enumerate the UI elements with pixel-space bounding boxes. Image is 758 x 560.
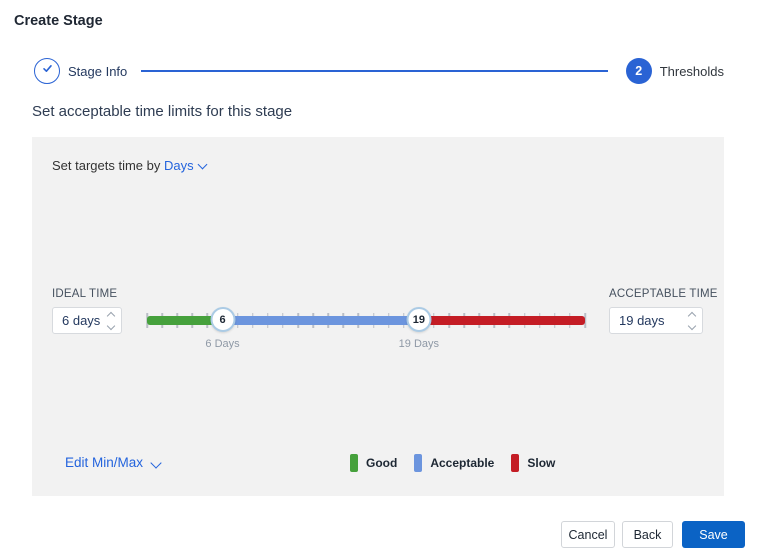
thresholds-panel: Set targets time by Days IDEAL TIME 6 da… — [32, 137, 724, 496]
ideal-time-value: 6 days — [62, 313, 101, 328]
ideal-time-label: IDEAL TIME — [52, 288, 118, 300]
edit-minmax-button[interactable]: Edit Min/Max — [65, 455, 162, 470]
slider-segment-acceptable — [222, 315, 419, 325]
legend-label: Slow — [527, 456, 556, 470]
step-stage-info-label: Stage Info — [68, 63, 128, 79]
stepper: Stage Info 2 Thresholds — [34, 57, 724, 85]
acceptable-slider-handle[interactable]: 19 — [406, 307, 432, 332]
chevron-up-icon[interactable] — [106, 311, 116, 320]
good-color-swatch — [350, 454, 358, 472]
legend-item-acceptable: Acceptable — [414, 454, 494, 472]
chevron-up-icon[interactable] — [687, 311, 697, 320]
legend-item-slow: Slow — [511, 454, 555, 472]
section-subtitle: Set acceptable time limits for this stag… — [32, 103, 293, 120]
chevron-down-icon — [150, 456, 162, 469]
save-button[interactable]: Save — [682, 521, 745, 548]
targets-time-row: Set targets time by Days — [52, 158, 208, 173]
acceptable-time-field: ACCEPTABLE TIME 19 days — [609, 288, 718, 334]
acceptable-time-input[interactable]: 19 days — [609, 307, 703, 334]
legend-item-good: Good — [350, 454, 397, 472]
acceptable-time-label: ACCEPTABLE TIME — [609, 288, 718, 300]
ideal-slider-handle[interactable]: 6 — [210, 307, 236, 332]
ideal-time-input[interactable]: 6 days — [52, 307, 122, 334]
ideal-time-stepper[interactable] — [106, 311, 116, 330]
legend-label: Acceptable — [430, 456, 495, 470]
page-title: Create Stage — [14, 13, 103, 29]
ideal-handle-caption: 6 Days — [205, 338, 240, 350]
slow-color-swatch — [511, 454, 520, 472]
cancel-button[interactable]: Cancel — [561, 521, 615, 548]
check-icon — [41, 62, 54, 80]
unit-dropdown[interactable]: Days — [164, 158, 208, 173]
step-thresholds[interactable]: 2 Thresholds — [625, 58, 724, 84]
targets-time-label: Set targets time by — [52, 158, 161, 173]
stepper-connector-line — [141, 70, 608, 72]
slider-legend: Good Acceptable Slow — [350, 454, 555, 472]
ideal-time-field: IDEAL TIME 6 days — [52, 288, 122, 334]
acceptable-color-swatch — [414, 454, 423, 472]
acceptable-time-stepper[interactable] — [687, 311, 697, 330]
threshold-slider: 6 19 6 Days 19 Days — [146, 305, 586, 350]
chevron-down-icon[interactable] — [106, 321, 116, 330]
legend-label: Good — [366, 456, 398, 470]
step-stage-info[interactable]: Stage Info — [34, 58, 127, 84]
step-complete-indicator — [34, 58, 60, 84]
slider-segment-slow — [418, 315, 585, 325]
acceptable-time-value: 19 days — [619, 313, 665, 328]
back-button[interactable]: Back — [622, 521, 673, 548]
chevron-down-icon[interactable] — [687, 321, 697, 330]
step-thresholds-label: Thresholds — [659, 63, 724, 79]
acceptable-handle-caption: 19 Days — [398, 338, 440, 350]
create-stage-dialog: Create Stage Stage Info 2 Thresholds Set… — [0, 0, 758, 560]
chevron-down-icon — [197, 159, 208, 170]
unit-dropdown-value: Days — [164, 158, 194, 173]
step-number-indicator: 2 — [625, 58, 652, 84]
edit-minmax-label: Edit Min/Max — [65, 455, 144, 470]
